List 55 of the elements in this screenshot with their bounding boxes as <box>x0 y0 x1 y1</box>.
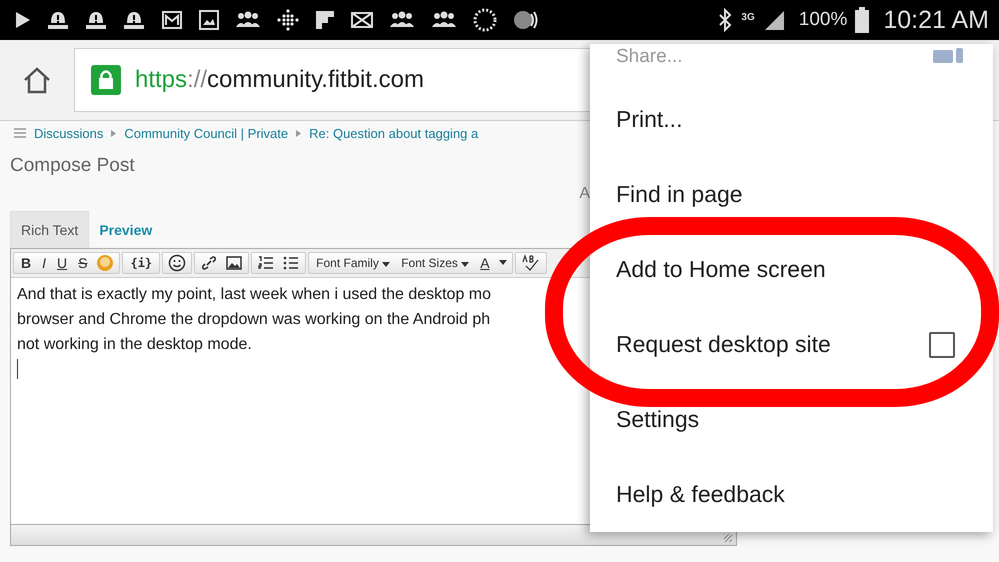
breadcrumb-link[interactable]: Re: Question about tagging a <box>309 126 478 140</box>
chevron-icon <box>111 130 116 136</box>
smiley-icon[interactable] <box>168 254 186 272</box>
caret-icon[interactable] <box>498 260 507 266</box>
format-button[interactable]: S <box>76 255 90 271</box>
group-icon <box>234 10 262 30</box>
bluetooth-icon <box>717 8 734 32</box>
stacked-squares-icon <box>314 9 336 31</box>
lock-icon <box>91 65 121 95</box>
text-cursor <box>17 359 18 379</box>
image-icon[interactable] <box>225 254 244 272</box>
editor-tab[interactable]: Rich Text <box>10 211 90 248</box>
post-text: And that is exactly my point, last week when i used the desktop mo browser and Chrome the dropdown was working on the Android ph not working in the desktop mode. <box>17 285 492 355</box>
dotted-ring-icon <box>472 7 498 33</box>
menu-icon[interactable] <box>14 128 26 138</box>
bullet-list-icon[interactable] <box>282 254 300 272</box>
dots-icon <box>276 8 300 32</box>
menu-item[interactable]: Find in page <box>590 157 993 232</box>
label-text: A <box>579 185 590 204</box>
caret-icon[interactable] <box>461 262 470 267</box>
chevron-icon <box>296 130 302 136</box>
format-button[interactable]: B <box>19 255 34 271</box>
menu-item[interactable]: Add to Home screen <box>590 232 993 307</box>
warning-icon <box>46 9 70 31</box>
link-icon[interactable] <box>200 254 218 272</box>
battery-icon <box>855 7 870 33</box>
play-icon <box>14 10 32 30</box>
spellcheck-icon[interactable] <box>520 254 541 272</box>
format-button[interactable]: I <box>40 255 48 271</box>
editor-tab[interactable]: Preview <box>89 211 162 248</box>
menu-item[interactable]: Request desktop site <box>616 331 831 358</box>
clock: 10:21 AM <box>883 6 989 34</box>
checkbox[interactable] <box>929 332 955 358</box>
text-color-button[interactable]: A <box>478 255 492 271</box>
menu-item[interactable]: Help & feedback <box>590 457 993 532</box>
home-icon[interactable] <box>22 66 52 94</box>
dropdown-button[interactable]: Font Family <box>314 256 392 270</box>
breadcrumb-link[interactable]: Discussions <box>34 126 104 140</box>
network-type: 3G <box>741 12 755 22</box>
menu-item[interactable]: Settings <box>590 382 993 457</box>
cell-signal-icon <box>762 9 785 31</box>
warning-icon <box>122 9 146 31</box>
caret-icon[interactable] <box>382 262 390 267</box>
dropdown-button[interactable]: Font Sizes <box>399 256 472 270</box>
warning-icon <box>84 9 108 31</box>
group-icon <box>388 10 416 30</box>
group-icon <box>430 10 458 30</box>
mail-icon <box>160 9 184 31</box>
battery-percent: 100% <box>798 9 848 31</box>
format-button[interactable]: U <box>55 255 70 271</box>
image-icon <box>198 9 220 31</box>
section-title: Compose Post <box>10 154 136 178</box>
envelope-icon <box>350 10 374 30</box>
resize-grip-icon[interactable] <box>724 534 732 542</box>
breadcrumb-link[interactable]: Community Council | Private <box>124 126 288 140</box>
